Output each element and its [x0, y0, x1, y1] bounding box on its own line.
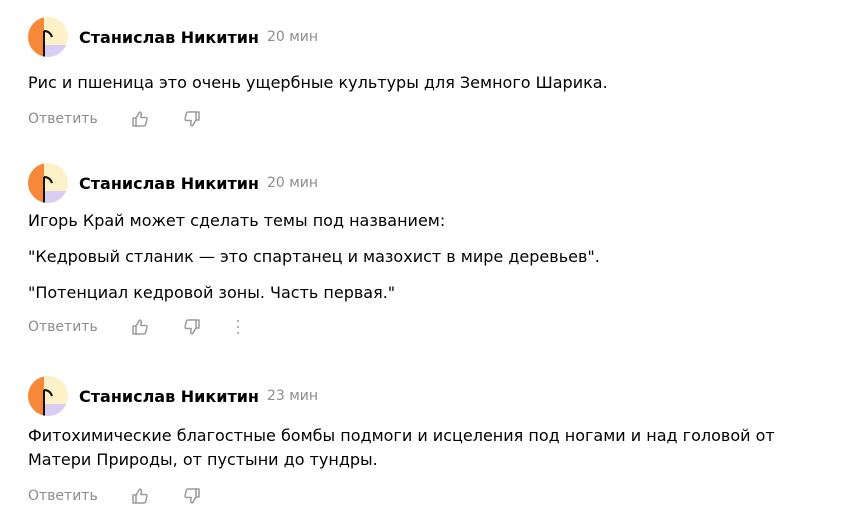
- comment-text: Фитохимические благостные бомбы подмоги …: [28, 426, 775, 469]
- comment-1: Станислав Никитин 20 мин Рис и пшеница э…: [28, 17, 828, 131]
- like-button[interactable]: [129, 485, 151, 507]
- avatar-icon[interactable]: [28, 163, 68, 203]
- comment-body: Фитохимические благостные бомбы подмоги …: [28, 424, 818, 472]
- comment-text: Игорь Край может сделать темы под назван…: [28, 211, 446, 230]
- like-button[interactable]: [129, 316, 151, 338]
- comment-body: Рис и пшеница это очень ущербные культур…: [28, 71, 828, 95]
- more-menu-button[interactable]: [233, 316, 243, 338]
- thumbs-up-icon: [132, 319, 148, 335]
- reply-button[interactable]: Ответить: [28, 111, 101, 127]
- comment-3: Станислав Никитин 23 мин Фитохимические …: [28, 376, 828, 508]
- comment-actions: Ответить: [28, 107, 828, 131]
- thumbs-down-icon: [184, 319, 200, 335]
- comment-header: Станислав Никитин 20 мин: [28, 163, 828, 203]
- dislike-button[interactable]: [181, 485, 203, 507]
- comment-text: "Кедровый стланик — это спартанец и мазо…: [28, 247, 600, 266]
- thumbs-up-icon: [132, 488, 148, 504]
- comment-actions: Ответить: [28, 484, 828, 508]
- comment-text: Рис и пшеница это очень ущербные культур…: [28, 73, 608, 92]
- author-name[interactable]: Станислав Никитин: [79, 174, 259, 193]
- thumbs-down-icon: [184, 488, 200, 504]
- more-vertical-icon: [236, 319, 240, 335]
- avatar-icon[interactable]: [28, 376, 68, 416]
- avatar-icon[interactable]: [28, 17, 68, 57]
- comment-text: "Потенциал кедровой зоны. Часть первая.": [28, 283, 396, 302]
- author-name[interactable]: Станислав Никитин: [79, 387, 259, 406]
- reply-button[interactable]: Ответить: [28, 488, 101, 504]
- comment-time: 23 мин: [266, 388, 319, 404]
- comment-header: Станислав Никитин 23 мин: [28, 376, 828, 416]
- comment-time: 20 мин: [266, 175, 319, 191]
- dislike-button[interactable]: [181, 316, 203, 338]
- comment-time: 20 мин: [266, 29, 319, 45]
- comment-actions: Ответить: [28, 315, 828, 339]
- comment-header: Станислав Никитин 20 мин: [28, 17, 828, 57]
- comment-body: Игорь Край может сделать темы под назван…: [28, 209, 828, 305]
- thumbs-up-icon: [132, 111, 148, 127]
- thumbs-down-icon: [184, 111, 200, 127]
- author-name[interactable]: Станислав Никитин: [79, 28, 259, 47]
- dislike-button[interactable]: [181, 108, 203, 130]
- comment-2: Станислав Никитин 20 мин Игорь Край може…: [28, 163, 828, 339]
- reply-button[interactable]: Ответить: [28, 319, 101, 335]
- like-button[interactable]: [129, 108, 151, 130]
